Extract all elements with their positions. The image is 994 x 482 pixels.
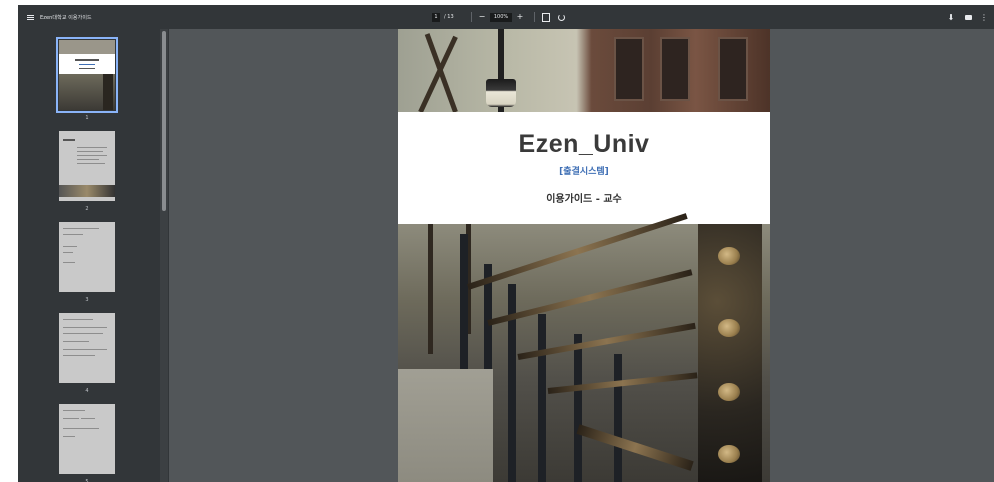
download-icon[interactable]: ⬇ [946, 5, 956, 29]
zoom-controls: − 100% + [478, 5, 524, 29]
document-subtitle: [출결시스템] [559, 167, 609, 177]
page-thumbnail-4[interactable] [59, 313, 115, 383]
thumbnail-number: 1 [85, 115, 89, 121]
railing-knob [718, 383, 740, 401]
document-guide-title: 이용가이드 - 교수 [546, 194, 622, 205]
cover-photo-top [398, 29, 770, 114]
rotate-icon[interactable] [556, 5, 566, 29]
pdf-viewer: Ezen대학교 이용가이드 1 / 13 − 100% + ⬇ ⋮ 1 2 3 … [18, 5, 994, 482]
thumbnail-number: 3 [85, 297, 89, 303]
print-icon[interactable] [963, 5, 973, 29]
more-options-icon[interactable]: ⋮ [979, 5, 989, 29]
sidebar-scrollbar-thumb[interactable] [162, 31, 166, 211]
zoom-level-input[interactable]: 100% [490, 12, 512, 22]
page-thumbnail-3[interactable] [59, 222, 115, 292]
fit-page-icon[interactable] [541, 5, 551, 29]
toolbar-divider [534, 12, 535, 22]
cover-pavement [398, 369, 493, 482]
zoom-in-button[interactable]: + [516, 5, 524, 29]
page-navigation: 1 / 13 [432, 5, 454, 29]
toolbar-divider [471, 12, 472, 22]
railing-knob [718, 319, 740, 337]
current-page-input[interactable]: 1 [432, 12, 440, 22]
thumbnail-number: 4 [85, 388, 89, 394]
thumbnail-number: 2 [85, 206, 89, 212]
zoom-out-button[interactable]: − [478, 5, 486, 29]
cover-title-band: Ezen_Univ [출결시스템] 이용가이드 - 교수 [398, 112, 770, 224]
lamp-lantern [486, 79, 516, 107]
viewer-toolbar: Ezen대학교 이용가이드 1 / 13 − 100% + ⬇ ⋮ [18, 5, 994, 29]
page-thumbnail-2[interactable] [59, 131, 115, 201]
menu-icon[interactable] [24, 5, 36, 29]
railing-knob [718, 445, 740, 463]
railing-knob [718, 247, 740, 265]
page-total: / 13 [444, 14, 454, 20]
page-thumbnail-1[interactable] [56, 37, 118, 113]
document-page: Ezen_Univ [출결시스템] 이용가이드 - 교수 [398, 29, 770, 482]
thumbnail-sidebar: 1 2 3 4 5 [18, 29, 169, 482]
page-thumbnail-5[interactable] [59, 404, 115, 474]
document-heading: Ezen_Univ [518, 130, 650, 158]
document-title: Ezen대학교 이용가이드 [40, 14, 92, 21]
